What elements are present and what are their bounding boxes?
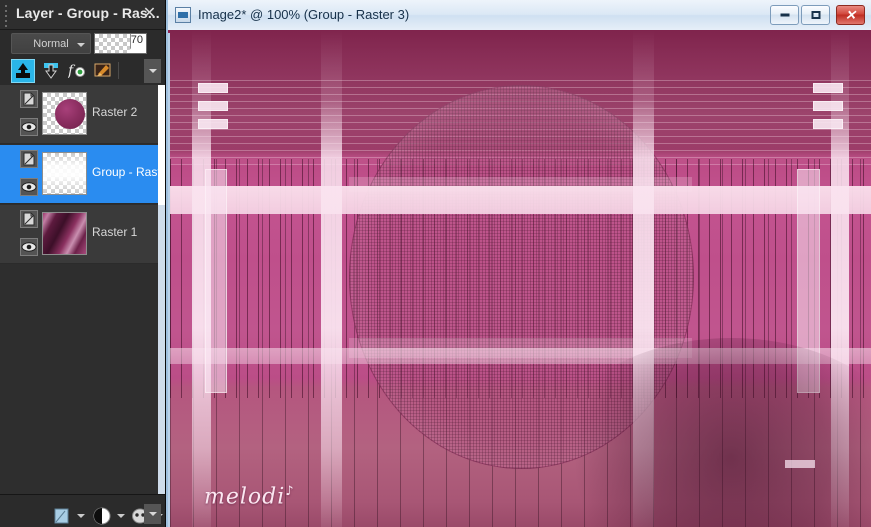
layer-thumbnail[interactable]: [42, 92, 87, 135]
minimize-button[interactable]: [770, 5, 799, 25]
blend-mode-dropdown[interactable]: Normal: [11, 33, 91, 54]
layer-effects-icon[interactable]: f: [66, 59, 90, 83]
layer-paint-icon[interactable]: [92, 59, 116, 83]
move-up-icon[interactable]: [11, 59, 35, 83]
layer-palette-footer: [0, 494, 165, 527]
footer-overflow-button[interactable]: [144, 504, 161, 524]
thumb-group-shape: [43, 153, 86, 194]
minimize-icon: [780, 13, 789, 17]
blend-mode-value: Normal: [33, 38, 69, 50]
artwork-small-chip: [784, 460, 815, 469]
opacity-handle[interactable]: [127, 47, 137, 53]
image-document-icon: [175, 7, 191, 23]
close-icon: ✕: [845, 7, 856, 23]
chevron-down-icon: [77, 43, 85, 47]
svg-text:f: f: [68, 63, 76, 79]
layer-name-label: Raster 2: [92, 105, 138, 119]
chevron-down-icon: [149, 69, 157, 73]
palette-drag-handle[interactable]: [5, 5, 9, 27]
layer-list-scrollbar[interactable]: [158, 85, 165, 495]
layer-list[interactable]: Raster 2 Group - Raster 3: [0, 85, 165, 495]
artwork-top-sheen: [170, 30, 871, 165]
layer-row-raster-1[interactable]: Raster 1: [0, 205, 165, 264]
artwork-signature: melodi♪: [204, 484, 295, 509]
image-document-window: Image2* @ 100% (Group - Raster 3) ✕ melo…: [166, 0, 871, 527]
image-canvas[interactable]: melodi♪: [170, 30, 871, 527]
thumb-gradient-shape: [43, 213, 86, 254]
layer-row-group-raster-3[interactable]: Group - Raster 3: [0, 145, 165, 204]
artwork-cross-arm-upper: [170, 186, 871, 214]
layer-palette: Layer - Group - Ras... ✕ Normal 70 f Ras…: [0, 0, 166, 527]
toolbar-separator: [118, 62, 119, 79]
move-down-icon[interactable]: [39, 59, 63, 83]
blend-mode-row: Normal 70: [0, 30, 165, 57]
maximize-icon: [811, 11, 820, 19]
layer-name-label: Group - Raster 3: [92, 165, 165, 179]
layer-visibility-icon[interactable]: [20, 118, 38, 136]
layer-palette-title: Layer - Group - Ras...: [16, 5, 160, 21]
scrollbar-thumb[interactable]: [158, 85, 165, 205]
music-note-icon: ♪: [285, 483, 295, 499]
maximize-button[interactable]: [801, 5, 830, 25]
layer-mask-icon[interactable]: [92, 506, 112, 526]
image-window-titlebar[interactable]: Image2* @ 100% (Group - Raster 3) ✕: [168, 0, 871, 33]
layer-link-icon[interactable]: [20, 150, 38, 168]
layer-thumbnail[interactable]: [42, 212, 87, 255]
close-icon[interactable]: ✕: [140, 4, 159, 23]
opacity-slider[interactable]: 70: [94, 33, 147, 54]
layer-visibility-icon[interactable]: [20, 238, 38, 256]
image-window-title: Image2* @ 100% (Group - Raster 3): [198, 7, 410, 22]
layer-thumbnail[interactable]: [42, 152, 87, 195]
close-button[interactable]: ✕: [836, 5, 865, 25]
opacity-value: 70: [130, 34, 143, 46]
artwork-composite: melodi♪: [170, 30, 871, 527]
toolbar-overflow-button[interactable]: [144, 59, 161, 83]
layer-name-label: Raster 1: [92, 225, 138, 239]
thumb-circle-shape: [55, 99, 85, 129]
chevron-down-icon[interactable]: [117, 514, 125, 518]
layer-palette-toolbar: f: [0, 57, 165, 86]
artwork-outlined-rect-left: [205, 169, 228, 393]
new-raster-layer-icon[interactable]: [52, 506, 72, 526]
chevron-down-icon[interactable]: [77, 514, 85, 518]
layer-palette-titlebar: Layer - Group - Ras... ✕: [0, 0, 165, 30]
layer-visibility-icon[interactable]: [20, 178, 38, 196]
layer-link-icon[interactable]: [20, 210, 38, 228]
chevron-down-icon: [149, 512, 157, 516]
layer-link-icon[interactable]: [20, 90, 38, 108]
artwork-signature-text: melodi: [204, 484, 286, 509]
layer-row-raster-2[interactable]: Raster 2: [0, 85, 165, 144]
